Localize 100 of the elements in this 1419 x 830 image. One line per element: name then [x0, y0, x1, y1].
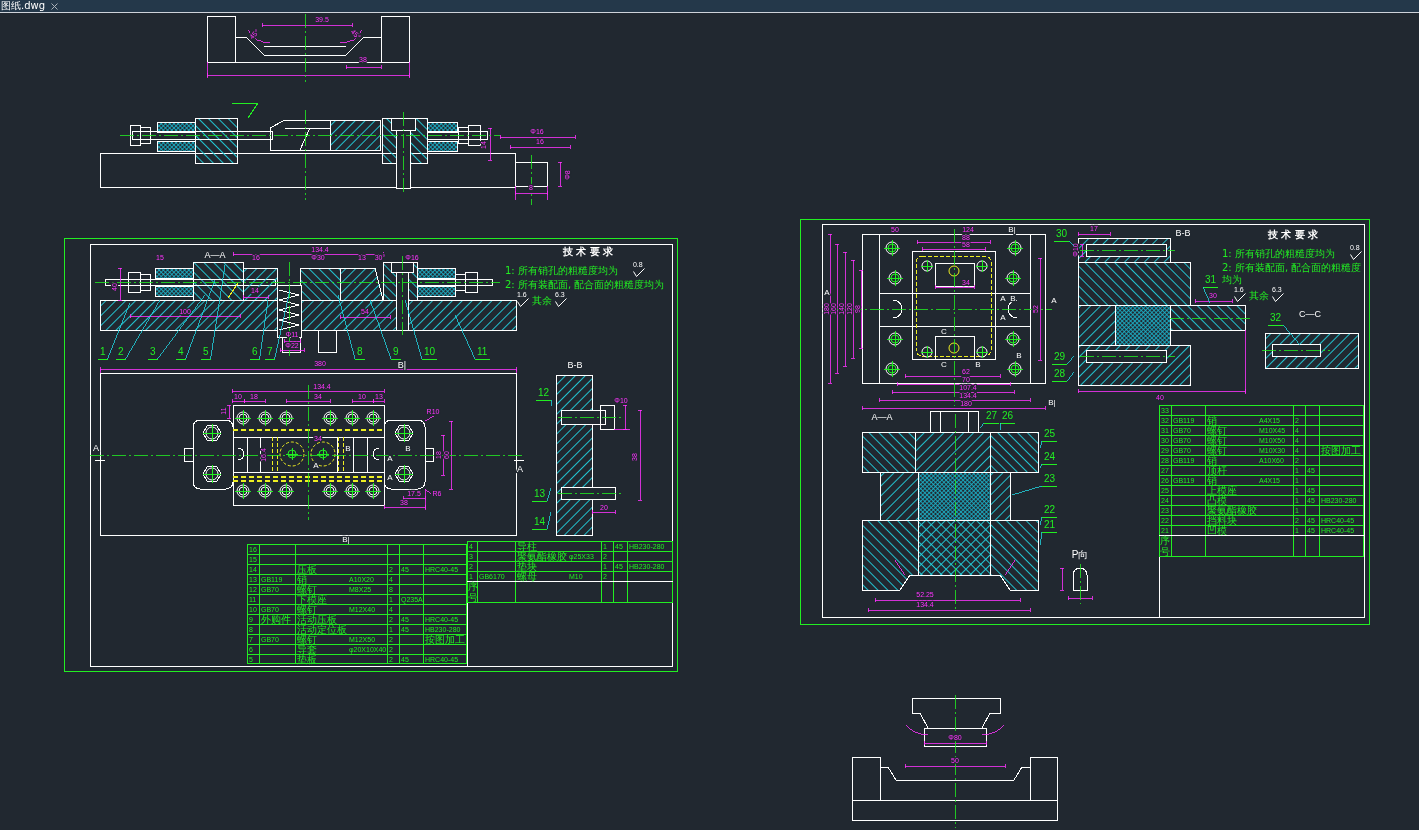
part-number: 23 [1044, 473, 1056, 484]
section-mark: B| [342, 535, 350, 544]
part-number: 2 [118, 346, 124, 357]
leader-line [454, 314, 491, 360]
leader-line [1267, 324, 1301, 346]
table-cell-text: 上模座 [1206, 486, 1238, 496]
table-cell-text: 活动压板 [296, 615, 337, 625]
view-title: C—C [1299, 309, 1321, 319]
section-mark: C [941, 360, 947, 369]
table-cell-text: 凸模 [1206, 496, 1228, 506]
section-mark: A [517, 464, 523, 474]
table-cell-text: 销 [296, 575, 308, 585]
table-cell-text: 垫块 [516, 562, 538, 572]
requirement-text: 1: 所有销孔的粗糙度均为 [505, 265, 618, 277]
table-cell: 聚氨酯橡胶 [516, 552, 567, 562]
table-cell-text: 销 [1206, 416, 1218, 426]
surface-finish-icon [1234, 293, 1246, 302]
leader-line [1039, 440, 1058, 449]
table-cell-text: 外购件 [260, 615, 292, 625]
table-cell-text: 销 [1206, 456, 1217, 466]
table-cell: 活动定位板 [296, 625, 347, 635]
part-number: 29 [1054, 351, 1066, 362]
section-mark: A [1000, 294, 1006, 303]
part-number: 27 [986, 410, 998, 421]
table-cell-text: 顶杆 [1206, 466, 1228, 476]
leader-line [1202, 286, 1219, 304]
section-mark: A [387, 473, 393, 482]
section-mark: A [313, 461, 319, 470]
table-cell-text: 螺母 [516, 572, 538, 582]
leader-line [1039, 463, 1058, 469]
leader-line [1051, 371, 1075, 382]
leader-line [1039, 531, 1058, 546]
part-number: 13 [534, 488, 546, 499]
table-cell-text: 螺钉 [296, 585, 318, 595]
leader-line [1011, 485, 1058, 496]
close-icon[interactable] [51, 2, 59, 10]
requirement-text: 1: 所有销孔的粗糙度均为 [1222, 248, 1335, 260]
table-cell-text: 按图加工 [1320, 446, 1362, 456]
file-tab[interactable]: 图纸.dwg [0, 0, 1419, 12]
table-cell-text: 螺钉 [1206, 426, 1228, 436]
table-cell-text: 下模座 [296, 595, 328, 605]
table-cell: 序号 [1160, 535, 1170, 557]
leader-line [249, 299, 269, 360]
requirements-title: 技 术 要 求 [1267, 229, 1319, 241]
view-title: B-B [567, 360, 583, 370]
note-text: 其余 [532, 295, 552, 307]
section-mark: A [93, 443, 99, 453]
part-number: 26 [1002, 410, 1014, 421]
table-cell-text: 导套 [296, 645, 318, 655]
table-cell: 聚氨酯橡胶 [1206, 506, 1257, 516]
detail-view-drawing [1059, 563, 1093, 605]
part-number: 32 [1270, 312, 1282, 323]
section-mark: A [1051, 296, 1057, 305]
section-mark: B| [1008, 225, 1016, 234]
requirement-text: 2: 所有装配面, 配合面的粗糙度均为 [1222, 262, 1363, 286]
section-mark: B [975, 360, 981, 369]
part-number: 6 [252, 346, 258, 357]
leader-line [1039, 516, 1058, 526]
leader-line [404, 299, 438, 360]
table-cell-text: 挡料块 [1206, 516, 1238, 526]
section-mark: B [1016, 351, 1022, 360]
view-title: A—A [871, 412, 893, 422]
surface-finish-icon [1272, 293, 1284, 302]
section-mark: B [1010, 294, 1016, 303]
requirements-title: 技 术 要 求 [562, 246, 614, 258]
view-title: P向 [1071, 549, 1089, 560]
requirement-text: 2: 所有装配面, 配合面的粗糙度均为 [505, 279, 665, 291]
part-number: 28 [1054, 368, 1066, 379]
part-number: 10 [424, 346, 436, 357]
view-title: A—A [204, 250, 226, 260]
table-cell-text: 螺钉 [296, 605, 318, 615]
part-number: 8 [357, 346, 363, 357]
section-mark: B| [1048, 398, 1056, 407]
table-cell-text: 螺钉 [1206, 436, 1228, 446]
surface-finish-icon [632, 268, 645, 277]
leader-line [531, 487, 552, 502]
surface-finish-icon [1349, 251, 1362, 260]
part-number: 3 [150, 346, 156, 357]
part-number: 24 [1044, 451, 1056, 462]
part-number: 31 [1205, 274, 1217, 285]
part-number: 12 [538, 387, 550, 398]
part-number: 21 [1044, 519, 1056, 530]
table-cell-text: 导柱 [516, 542, 538, 552]
leader-line [1053, 240, 1075, 247]
leader-line [999, 422, 1016, 431]
section-mark: B [405, 444, 411, 453]
part-number: 4 [178, 346, 184, 357]
part-number: 9 [393, 346, 399, 357]
table-cell-text: 压板 [296, 565, 318, 575]
table-cell-text: 按图加工 [424, 635, 466, 645]
section-mark: A [387, 454, 393, 463]
part-number: 22 [1044, 504, 1056, 515]
section-mark: B| [397, 360, 407, 370]
part-number: 11 [477, 346, 488, 357]
surface-finish-icon [555, 298, 567, 307]
table-cell-text: 凹模 [1206, 526, 1228, 536]
part-number: 25 [1044, 428, 1056, 439]
leader-line [97, 302, 131, 360]
leader-line [115, 299, 161, 360]
part-number: 30 [1056, 228, 1068, 239]
